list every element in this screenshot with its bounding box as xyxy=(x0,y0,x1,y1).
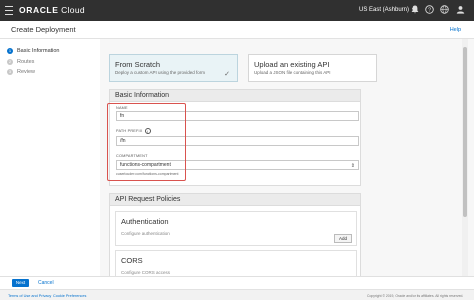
from-scratch-card[interactable]: From Scratch Deploy a custom API using t… xyxy=(109,54,238,82)
menu-icon[interactable] xyxy=(5,6,13,15)
card-description: Upload a JSON file containing this API xyxy=(254,70,331,75)
api-request-policies-panel: API Request Policies Authentication Conf… xyxy=(109,193,361,277)
step-number: 1 xyxy=(7,48,13,54)
region-label: US East (Ashburn) xyxy=(359,7,410,13)
page-header: Create Deployment Help xyxy=(0,21,474,39)
step-label: Review xyxy=(17,69,36,75)
oracle-cloud-logo[interactable]: ORACLE Cloud xyxy=(19,5,85,17)
scrollbar[interactable] xyxy=(462,39,468,276)
step-number: 3 xyxy=(7,69,13,75)
add-authentication-button[interactable]: Add xyxy=(334,234,352,243)
card-description: Deploy a custom API using the provided f… xyxy=(115,70,206,75)
checkmark-icon: ✓ xyxy=(224,71,230,78)
top-navigation-bar: ORACLE Cloud US East (Ashburn)▼ ? xyxy=(0,0,474,21)
step-review[interactable]: 3 Review xyxy=(7,68,87,78)
card-title: From Scratch xyxy=(115,60,161,69)
wizard-steps: 1 Basic Information 2 Routes 3 Review xyxy=(7,47,87,79)
step-label: Routes xyxy=(17,58,35,65)
section-title: Authentication xyxy=(121,217,169,226)
card-title: Upload an existing API xyxy=(254,60,330,69)
footer: Terms of Use and Privacy Cookie Preferen… xyxy=(0,289,474,300)
bell-icon[interactable] xyxy=(410,5,420,15)
page-title: Create Deployment xyxy=(11,25,76,34)
step-label: Basic Information xyxy=(17,48,60,54)
chevron-updown-icon: ⇕ xyxy=(350,163,355,169)
next-button[interactable]: Next xyxy=(12,279,29,287)
logo-brand: ORACLE xyxy=(19,5,59,15)
panel-heading: Basic Information xyxy=(110,90,360,102)
help-link[interactable]: Help xyxy=(450,27,461,33)
annotation-highlight-box xyxy=(107,103,186,181)
authentication-section: Authentication Configure authentication … xyxy=(115,211,357,246)
upload-api-card[interactable]: Upload an existing API Upload a JSON fil… xyxy=(248,54,377,82)
section-title: CORS xyxy=(121,256,143,265)
user-icon[interactable] xyxy=(455,5,465,15)
step-routes[interactable]: 2 Routes xyxy=(7,58,87,68)
svg-text:?: ? xyxy=(427,7,430,13)
action-bar: Next Cancel xyxy=(0,276,474,289)
section-description: Configure authentication xyxy=(121,231,170,236)
section-description: Configure CORS access xyxy=(121,270,171,275)
scrollbar-thumb[interactable] xyxy=(463,47,467,217)
cookie-preferences-link[interactable]: Cookie Preferences xyxy=(53,294,86,298)
copyright-text: Copyright © 2019, Oracle and/or its affi… xyxy=(367,294,464,298)
panel-heading: API Request Policies xyxy=(110,194,360,206)
logo-product: Cloud xyxy=(61,5,85,15)
terms-link[interactable]: Terms of Use and Privacy xyxy=(8,294,51,298)
region-selector[interactable]: US East (Ashburn)▼ xyxy=(359,7,416,13)
cors-section: CORS Configure CORS access xyxy=(115,250,357,277)
help-icon[interactable]: ? xyxy=(424,5,434,15)
globe-icon[interactable] xyxy=(439,5,449,15)
step-number: 2 xyxy=(7,58,13,65)
step-basic-information[interactable]: 1 Basic Information xyxy=(7,47,87,57)
cancel-link[interactable]: Cancel xyxy=(38,280,54,286)
